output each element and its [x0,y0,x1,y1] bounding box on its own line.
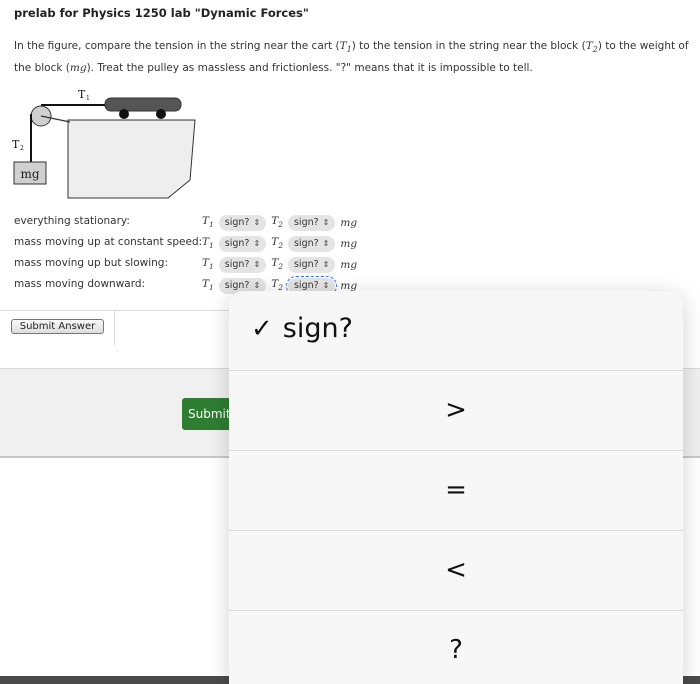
option-label: = [445,475,467,505]
row-label: mass moving up at constant speed: [14,236,203,248]
var-sub: 1 [209,283,214,293]
block-label: mg [20,167,39,181]
t1-symbol: T1 [339,40,352,54]
sign-select-2[interactable]: sign? ⇕ [287,236,336,253]
question-text: In the figure, compare the tension in th… [14,37,694,78]
var-sub: 2 [278,241,283,251]
cart-pulley-diagram: mg T 1 T 2 [12,88,196,199]
row-label: everything stationary: [14,215,130,227]
table-shape [67,119,196,199]
var-t: T [202,236,210,248]
sign-select-1[interactable]: sign? ⇕ [218,257,267,274]
row-equation: T1 sign? ⇕ T2 sign? ⇕ mg [202,233,357,255]
t2-var: T2 [271,212,283,234]
option-equal[interactable]: = [229,451,683,531]
option-greater[interactable]: > [229,371,683,451]
mg-var: mg [340,238,358,251]
row-label: mass moving up but slowing: [14,257,168,269]
option-label: > [445,395,467,425]
t2-var: T2 [271,254,283,276]
var-sub: 1 [209,220,214,230]
question-part: In the figure, compare the tension in th… [14,40,340,52]
cart-wheel [156,109,166,119]
mg-var: mg [340,259,358,272]
chevron-updown-icon: ⇕ [253,239,261,249]
option-content: ✓ sign? [251,313,683,344]
option-less[interactable]: < [229,531,683,611]
sign-options-popover: ✓ sign? > = < ? [229,291,683,684]
var-sub: 2 [278,262,283,272]
t1-label-sub: 1 [86,95,90,102]
option-sign[interactable]: ✓ sign? [229,291,683,371]
var-t: T [202,215,210,227]
page-title: prelab for Physics 1250 lab "Dynamic For… [14,6,309,20]
t2-label: T [12,138,20,151]
t2-var: T2 [271,233,283,255]
t1-var: T1 [202,275,214,297]
chevron-updown-icon: ⇕ [322,260,330,270]
cart-body [104,97,182,112]
sign-select-1[interactable]: sign? ⇕ [218,215,267,232]
t2-letter: T [585,40,593,52]
chevron-updown-icon: ⇕ [253,260,261,270]
physics-figure: mg T 1 T 2 [8,84,208,213]
select-value: sign? [293,217,319,229]
row-label: mass moving downward: [14,278,146,290]
var-sub: 1 [209,241,214,251]
t1-var: T1 [202,212,214,234]
t2-symbol: T2 [585,40,598,54]
sign-select-1[interactable]: sign? ⇕ [218,236,267,253]
var-sub: 2 [278,220,283,230]
t1-letter: T [339,40,347,52]
select-value: sign? [224,238,250,250]
submit-answer-button[interactable]: Submit Answer [11,319,104,334]
option-label: ? [449,635,463,665]
t1-var: T1 [202,254,214,276]
select-value: sign? [293,238,319,250]
mg-symbol: mg [69,62,87,75]
var-t: T [202,278,210,290]
row-equation: T1 sign? ⇕ T2 sign? ⇕ mg [202,254,357,276]
t1-label: T [78,88,86,101]
t1-var: T1 [202,233,214,255]
sign-select-2[interactable]: sign? ⇕ [287,257,336,274]
option-label: < [445,555,467,585]
question-part: ). Treat the pulley as massless and fric… [86,62,533,75]
sign-select-2[interactable]: sign? ⇕ [287,215,336,232]
tab-divider [114,311,115,345]
chevron-updown-icon: ⇕ [322,239,330,249]
row-equation: T1 sign? ⇕ T2 sign? ⇕ mg [202,212,357,234]
mg-var: mg [340,217,358,230]
var-t: T [202,257,210,269]
select-value: sign? [224,259,250,271]
var-sub: 1 [209,262,214,272]
chevron-updown-icon: ⇕ [253,218,261,228]
t2-label-sub: 2 [20,145,24,152]
chevron-updown-icon: ⇕ [322,218,330,228]
cart-wheel [119,109,129,119]
select-value: sign? [293,259,319,271]
option-label: sign? [282,313,353,344]
question-part: ) to the tension in the string near the … [351,40,586,52]
checkmark-icon: ✓ [251,314,273,344]
option-unknown[interactable]: ? [229,611,683,684]
select-value: sign? [224,217,250,229]
